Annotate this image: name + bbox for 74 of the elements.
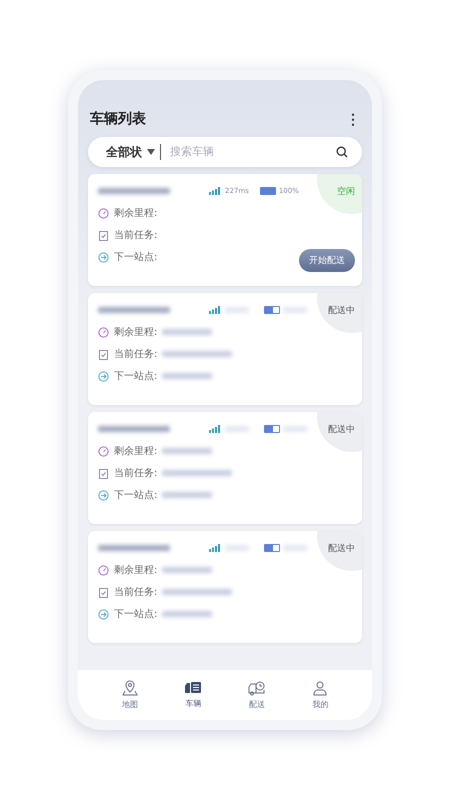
blurred-value: [162, 611, 212, 617]
blurred-value: [162, 589, 232, 595]
truck-icon: [185, 681, 202, 695]
map-pin-icon: [122, 680, 138, 696]
blurred-plate: [98, 545, 170, 551]
signal-icon: [209, 187, 222, 195]
battery-icon: [264, 425, 280, 433]
signal-icon: [209, 306, 222, 314]
blurred-value: [162, 470, 232, 476]
blurred-plate: [98, 188, 170, 194]
more-menu-button[interactable]: ⋮: [346, 111, 360, 127]
field-label: 剩余里程:: [114, 445, 158, 458]
battery-icon: [264, 306, 280, 314]
field-label: 当前任务:: [114, 586, 158, 599]
arrow-circle-icon: [98, 252, 109, 262]
field-label: 下一站点:: [114, 488, 158, 502]
blurred-value: [162, 373, 212, 379]
clipboard-icon: [98, 468, 109, 478]
blurred-plate: [98, 307, 170, 313]
blurred-value: [162, 351, 232, 357]
blurred-text: [283, 426, 307, 432]
vehicle-card[interactable]: 配送中 剩余里程: 当前任务: 下一站点:: [88, 531, 362, 643]
field-label: 当前任务:: [114, 228, 158, 242]
battery-icon: [264, 544, 280, 552]
status-filter[interactable]: 全部状: [106, 144, 142, 160]
field-label: 当前任务:: [114, 466, 158, 480]
gauge-icon: [98, 326, 109, 338]
search-field[interactable]: 搜索车辆: [166, 146, 331, 158]
field-label: 剩余里程:: [114, 564, 158, 577]
field-label: 下一站点:: [114, 370, 158, 383]
arrow-circle-icon: [98, 370, 109, 382]
field-label: 剩余里程:: [114, 207, 158, 220]
blurred-value: [162, 448, 212, 454]
tab[interactable]: 车辆: [168, 680, 218, 710]
field-label: 当前任务:: [114, 348, 158, 361]
arrow-circle-icon: [98, 490, 109, 500]
delivery-truck-icon: [248, 680, 266, 696]
search-icon[interactable]: [336, 146, 348, 158]
page-title: 车辆列表: [90, 110, 146, 128]
start-delivery-button[interactable]: 开始配送: [299, 249, 355, 272]
field-label: 下一站点:: [114, 608, 158, 621]
signal-icon: [209, 425, 222, 433]
signal-icon: [209, 544, 222, 552]
gauge-icon: [98, 208, 109, 218]
tab[interactable]: 配送: [232, 680, 282, 710]
status-label: 空闲: [337, 186, 355, 198]
vehicle-card[interactable]: 配送中 剩余里程: 当前任务: 下一站点:: [88, 412, 362, 524]
clipboard-icon: [98, 586, 109, 598]
field-label: 下一站点:: [114, 250, 158, 264]
blurred-value: [162, 329, 212, 335]
user-icon: [312, 680, 328, 696]
vehicle-card[interactable]: 配送中 剩余里程: 当前任务: 下一站点:: [88, 293, 362, 405]
tab[interactable]: 地图: [104, 679, 155, 711]
blurred-text: [225, 545, 249, 551]
tab[interactable]: 我的: [295, 679, 346, 711]
battery-icon: [260, 187, 276, 195]
gauge-icon: [98, 564, 109, 576]
field-label: 剩余里程:: [114, 326, 158, 339]
blurred-value: [162, 567, 212, 573]
status-label: 配送中: [328, 424, 355, 436]
blurred-value: [162, 492, 212, 498]
clipboard-icon: [98, 348, 109, 360]
gauge-icon: [98, 446, 109, 456]
blurred-plate: [98, 426, 170, 432]
search-bar[interactable]: 全部状 搜索车辆: [88, 137, 362, 167]
blurred-text: [283, 545, 307, 551]
blurred-text: [283, 307, 307, 313]
blurred-text: [225, 307, 249, 313]
arrow-circle-icon: [98, 608, 109, 620]
status-label: 配送中: [328, 304, 355, 316]
status-label: 配送中: [328, 542, 355, 554]
caret-icon: [147, 149, 155, 155]
clipboard-icon: [98, 230, 109, 240]
blurred-text: [225, 426, 249, 432]
